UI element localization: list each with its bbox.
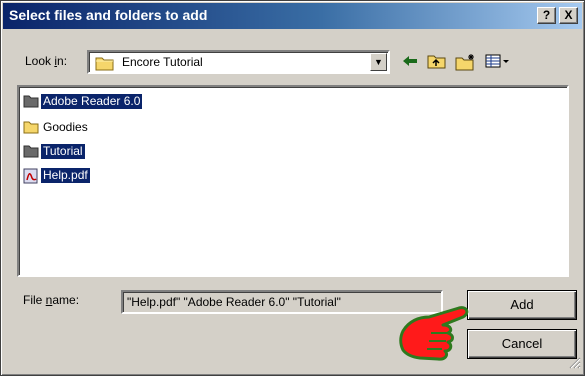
window-title: Select files and folders to add: [9, 7, 208, 23]
new-folder-icon[interactable]: [455, 53, 477, 73]
pdf-file-icon: [23, 168, 39, 187]
pointing-hand-icon: [395, 291, 495, 376]
back-arrow-icon[interactable]: [399, 53, 421, 73]
combo-dropdown-arrow-icon[interactable]: ▼: [370, 53, 387, 71]
look-in-combobox[interactable]: Encore Tutorial ▼: [87, 50, 390, 74]
list-item-label: Goodies: [43, 120, 88, 134]
file-name-label: File name:: [23, 293, 80, 307]
view-menu-icon[interactable]: [484, 53, 512, 73]
up-folder-icon[interactable]: [426, 53, 448, 73]
folder-icon: [23, 120, 39, 137]
folder-icon: [95, 55, 115, 74]
folder-icon: [23, 94, 39, 111]
close-button[interactable]: X: [559, 7, 578, 24]
look-in-value: Encore Tutorial: [122, 55, 203, 69]
help-button[interactable]: ?: [537, 7, 556, 24]
folder-icon: [23, 144, 39, 161]
list-item-label: Adobe Reader 6.0: [41, 94, 143, 109]
look-in-label: Look in:: [25, 54, 68, 68]
resize-grip-icon[interactable]: [569, 357, 581, 372]
list-item-label: Help.pdf: [41, 168, 90, 183]
file-list[interactable]: Adobe Reader 6.0 Goodies Tutorial Help.p…: [17, 85, 569, 277]
list-item-label: Tutorial: [41, 144, 85, 159]
file-dialog-window: Select files and folders to add ? X Look…: [0, 0, 585, 376]
title-bar[interactable]: Select files and folders to add ? X: [3, 3, 582, 29]
